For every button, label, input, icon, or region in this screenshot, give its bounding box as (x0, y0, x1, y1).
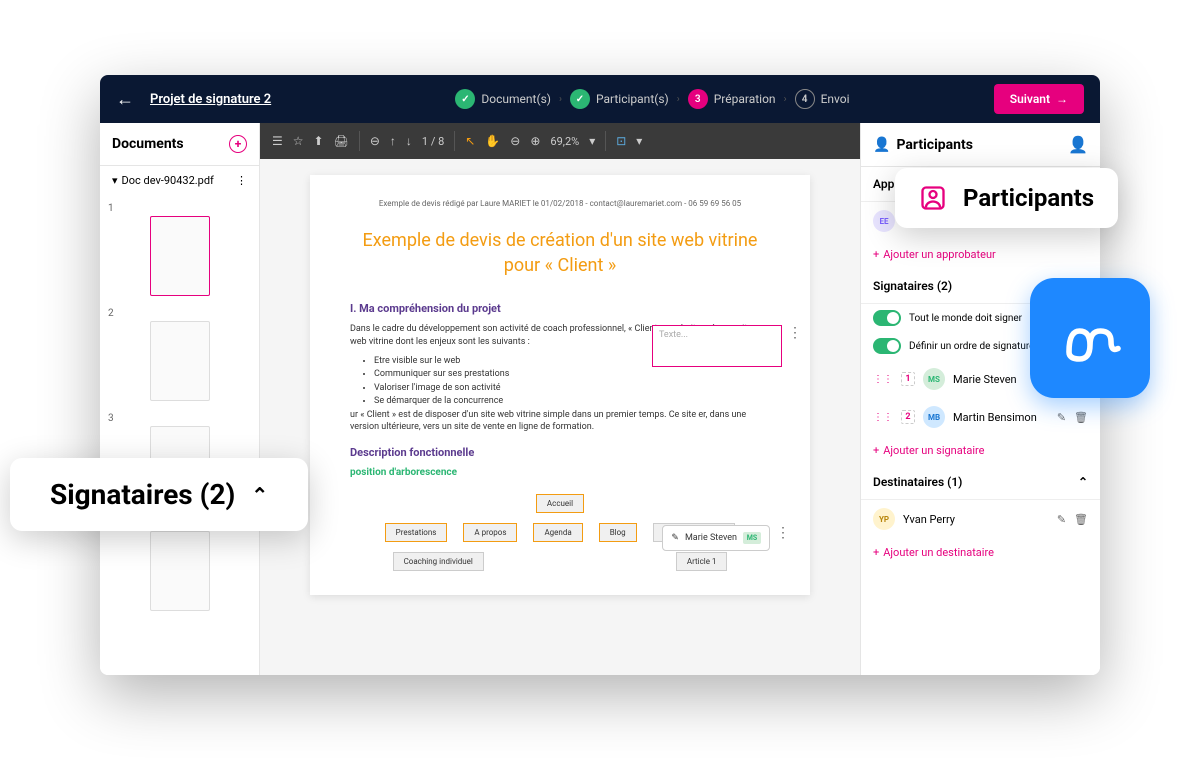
thumbnails: 1 2 3 4 (100, 195, 259, 675)
delete-icon[interactable]: 🗑 (1074, 411, 1088, 424)
chevron-right-icon: › (677, 94, 680, 105)
participants-header: 👤 Participants 👤 (861, 123, 1100, 167)
chevron-up-icon: ⌃ (251, 483, 268, 507)
step-number: 3 (688, 89, 708, 109)
delete-icon[interactable]: 🗑 (1074, 513, 1088, 526)
zoom-in-icon[interactable]: ⊕ (530, 134, 540, 148)
documents-title: Documents (112, 136, 184, 152)
top-header: ← Projet de signature 2 ✓ Document(s) › … (100, 75, 1100, 123)
chevron-right-icon: › (559, 94, 562, 105)
documents-header: Documents + (100, 123, 259, 166)
document-page: Exemple de devis rédigé par Laure MARIET… (310, 175, 810, 595)
chevron-down-icon[interactable]: ▾ (636, 134, 642, 148)
chevron-right-icon: › (784, 94, 787, 105)
field-menu-icon[interactable]: ⋮ (788, 325, 802, 341)
callout-label: Participants (963, 184, 1094, 212)
add-recipient-link[interactable]: + Ajouter un destinataire (861, 538, 1100, 567)
step-documents[interactable]: ✓ Document(s) (455, 89, 551, 109)
add-participant-icon[interactable]: 👤 (1068, 135, 1088, 154)
zoom-out-icon[interactable]: ⊖ (370, 134, 380, 148)
callout-signers: Signataires (2) ⌃ (10, 458, 308, 531)
toggle[interactable] (873, 338, 901, 354)
drag-handle-icon[interactable]: ⋮⋮ (873, 412, 893, 423)
doc-title: Exemple de devis de création d'un site w… (350, 228, 770, 278)
project-title[interactable]: Projet de signature 2 (150, 92, 271, 107)
back-arrow-icon[interactable]: ← (116, 89, 134, 110)
doc-metadata: Exemple de devis rédigé par Laure MARIET… (350, 199, 770, 208)
step-preparation[interactable]: 3 Préparation (688, 89, 776, 109)
plus-icon: + (873, 248, 879, 261)
text-field-overlay[interactable]: Texte... (652, 325, 782, 367)
plus-icon: + (873, 444, 879, 457)
edit-icon[interactable]: ✎ (1057, 513, 1066, 526)
chevron-down-icon[interactable]: ▾ (589, 134, 595, 148)
add-signer-link[interactable]: + Ajouter un signataire (861, 436, 1100, 465)
callout-label: Signataires (2) (50, 478, 235, 511)
step-participants[interactable]: ✓ Participant(s) (570, 89, 669, 109)
signature-icon: ✎ (671, 533, 679, 543)
fit-icon[interactable]: ⊡ (616, 134, 626, 148)
field-menu-icon[interactable]: ⋮ (776, 525, 790, 541)
stepper: ✓ Document(s) › ✓ Participant(s) › 3 Pré… (311, 89, 994, 109)
recipient-row: YP Yvan Perry ✎🗑 (861, 500, 1100, 538)
doc-heading: I. Ma compréhension du projet (350, 302, 770, 315)
thumbnail[interactable]: 4 (108, 518, 251, 611)
step-send[interactable]: 4 Envoi (795, 89, 850, 109)
check-icon: ✓ (570, 89, 590, 109)
callout-participants: Participants (895, 168, 1118, 228)
hand-icon[interactable]: ✋ (485, 134, 500, 148)
avatar: MB (923, 406, 945, 428)
signer-row: ⋮⋮ 2 MB Martin Bensimon ✎🗑 (861, 398, 1100, 436)
cursor-icon[interactable]: ↖ (465, 134, 475, 148)
step-number: 4 (795, 89, 815, 109)
documents-panel: Documents + ▾ Doc dev-90432.pdf ⋮ 1 2 3 … (100, 123, 260, 675)
star-icon[interactable]: ☆ (293, 134, 304, 148)
chevron-down-icon: ▾ (112, 174, 118, 187)
avatar: MS (923, 368, 945, 390)
add-document-button[interactable]: + (229, 135, 247, 153)
zoom-out-icon[interactable]: ⊖ (510, 134, 520, 148)
pdf-toolbar: ☰ ☆ ⬆ 🖨 ⊖ ↑ ↓ 1 / 8 ↖ ✋ ⊖ ⊕ 69,2% ▾ (260, 123, 860, 159)
avatar: YP (873, 508, 895, 530)
page-indicator: 1 / 8 (422, 135, 444, 148)
drag-handle-icon[interactable]: ⋮⋮ (873, 374, 893, 385)
next-button[interactable]: Suivant → (994, 84, 1084, 114)
page-down-icon[interactable]: ↓ (406, 134, 412, 148)
upload-icon[interactable]: ⬆ (314, 134, 324, 148)
chevron-up-icon: ⌃ (1078, 475, 1088, 489)
document-viewer: ☰ ☆ ⬆ 🖨 ⊖ ↑ ↓ 1 / 8 ↖ ✋ ⊖ ⊕ 69,2% ▾ (260, 123, 860, 675)
zoom-level[interactable]: 69,2% (550, 135, 579, 148)
doc-heading: Description fonctionnelle (350, 446, 770, 459)
more-icon[interactable]: ⋮ (236, 174, 247, 187)
doc-subheading: position d'arborescence (350, 467, 770, 478)
thumbnail[interactable]: 2 (108, 308, 251, 401)
thumbnail[interactable]: 1 (108, 203, 251, 296)
signature-field[interactable]: ✎ Marie Steven MS (662, 525, 770, 551)
arrow-right-icon: → (1056, 92, 1068, 106)
edit-icon[interactable]: ✎ (1057, 411, 1066, 424)
check-icon: ✓ (455, 89, 475, 109)
plus-icon: + (873, 546, 879, 559)
page-up-icon[interactable]: ↑ (390, 134, 396, 148)
print-icon[interactable]: 🖨 (334, 134, 349, 148)
document-item[interactable]: ▾ Doc dev-90432.pdf ⋮ (100, 166, 259, 195)
toggle[interactable] (873, 310, 901, 326)
app-logo-icon (1030, 278, 1150, 398)
participants-icon: 👤 (873, 137, 890, 153)
person-icon (919, 184, 947, 212)
app-window: ← Projet de signature 2 ✓ Document(s) › … (100, 75, 1100, 675)
recipients-section[interactable]: Destinataires (1) ⌃ (861, 465, 1100, 500)
doc-paragraph: ur « Client » est de disposer d'un site … (350, 409, 770, 434)
menu-icon[interactable]: ☰ (272, 134, 283, 148)
avatar: EE (873, 210, 895, 232)
add-approver-link[interactable]: + Ajouter un approbateur (861, 240, 1100, 269)
